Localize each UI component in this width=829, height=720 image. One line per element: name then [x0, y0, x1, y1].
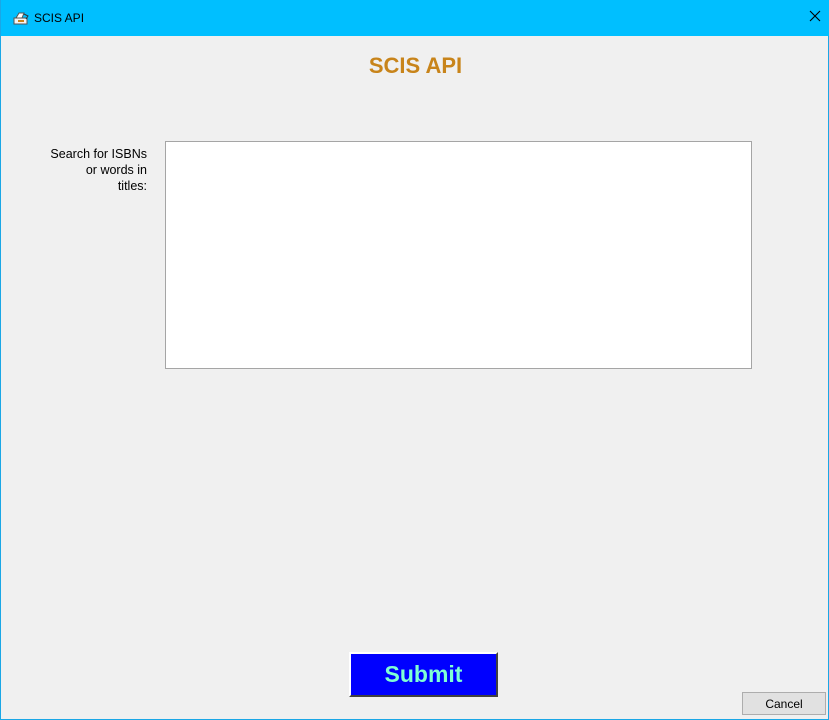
close-icon [809, 9, 821, 27]
search-label-line-3: titles: [117, 179, 147, 193]
search-input[interactable] [165, 141, 752, 369]
close-button[interactable] [800, 0, 829, 36]
cancel-button[interactable]: Cancel [742, 692, 826, 715]
search-label: Search for ISBNs or words in titles: [21, 146, 147, 194]
page-title: SCIS API [368, 53, 463, 78]
search-label-line-1: Search for ISBNs [50, 147, 147, 161]
submit-button[interactable]: Submit [349, 652, 498, 697]
app-icon [12, 9, 30, 27]
title-bar[interactable]: SCIS API [1, 0, 829, 36]
dialog-window: SCIS API SCIS API Search for ISBNs or wo… [0, 0, 829, 720]
search-label-line-2: or words in [85, 163, 147, 177]
window-title: SCIS API [34, 11, 85, 25]
